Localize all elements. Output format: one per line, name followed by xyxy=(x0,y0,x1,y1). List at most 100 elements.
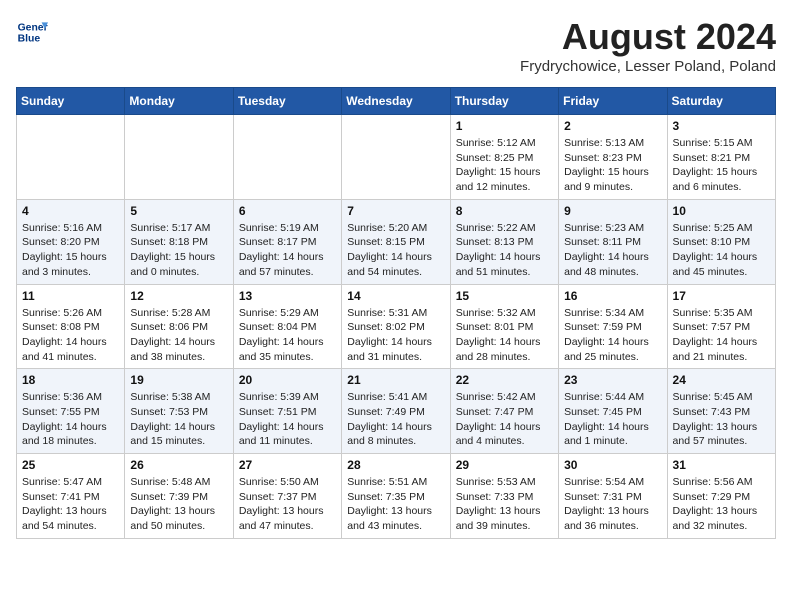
weekday-row: SundayMondayTuesdayWednesdayThursdayFrid… xyxy=(17,88,776,115)
day-number: 17 xyxy=(673,289,770,303)
calendar-cell: 31 Sunrise: 5:56 AMSunset: 7:29 PMDayligh… xyxy=(667,454,775,539)
calendar-cell: 24 Sunrise: 5:45 AMSunset: 7:43 PMDayligh… xyxy=(667,369,775,454)
title-block: August 2024 Frydrychowice, Lesser Poland… xyxy=(520,16,776,75)
day-number: 30 xyxy=(564,458,661,472)
day-number: 19 xyxy=(130,373,227,387)
calendar-cell xyxy=(17,115,125,200)
week-row-2: 4 Sunrise: 5:16 AMSunset: 8:20 PMDaylight… xyxy=(17,199,776,284)
day-info: Sunrise: 5:13 AMSunset: 8:23 PMDaylight:… xyxy=(564,136,661,195)
day-info: Sunrise: 5:51 AMSunset: 7:35 PMDaylight:… xyxy=(347,475,444,534)
calendar-cell: 2 Sunrise: 5:13 AMSunset: 8:23 PMDaylight… xyxy=(559,115,667,200)
calendar-cell: 10Sunrise: 5:25 AMSunset: 8:10 PMDayligh… xyxy=(667,199,775,284)
calendar-cell: 14 Sunrise: 5:31 AMSunset: 8:02 PMDayligh… xyxy=(342,284,450,369)
calendar-cell: 21 Sunrise: 5:41 AMSunset: 7:49 PMDayligh… xyxy=(342,369,450,454)
day-info: Sunrise: 5:15 AMSunset: 8:21 PMDaylight:… xyxy=(673,136,770,195)
calendar-cell: 16Sunrise: 5:34 AMSunset: 7:59 PMDayligh… xyxy=(559,284,667,369)
day-info: Sunrise: 5:22 AMSunset: 8:13 PMDaylight:… xyxy=(456,221,553,280)
day-info: Sunrise: 5:35 AMSunset: 7:57 PMDaylight:… xyxy=(673,306,770,365)
day-number: 3 xyxy=(673,119,770,133)
day-number: 27 xyxy=(239,458,336,472)
calendar-cell xyxy=(233,115,341,200)
week-row-1: 1Sunrise: 5:12 AMSunset: 8:25 PMDaylight… xyxy=(17,115,776,200)
calendar-cell: 9Sunrise: 5:23 AMSunset: 8:11 PMDaylight… xyxy=(559,199,667,284)
day-info: Sunrise: 5:41 AMSunset: 7:49 PMDaylight:… xyxy=(347,390,444,449)
week-row-3: 11 Sunrise: 5:26 AMSunset: 8:08 PMDayligh… xyxy=(17,284,776,369)
day-number: 11 xyxy=(22,289,119,303)
calendar-cell: 8 Sunrise: 5:22 AMSunset: 8:13 PMDaylight… xyxy=(450,199,558,284)
day-info: Sunrise: 5:28 AMSunset: 8:06 PMDaylight:… xyxy=(130,306,227,365)
calendar-cell: 29 Sunrise: 5:53 AMSunset: 7:33 PMDayligh… xyxy=(450,454,558,539)
day-number: 21 xyxy=(347,373,444,387)
day-info: Sunrise: 5:16 AMSunset: 8:20 PMDaylight:… xyxy=(22,221,119,280)
day-info: Sunrise: 5:36 AMSunset: 7:55 PMDaylight:… xyxy=(22,390,119,449)
day-number: 6 xyxy=(239,204,336,218)
day-info: Sunrise: 5:45 AMSunset: 7:43 PMDaylight:… xyxy=(673,390,770,449)
calendar-cell: 17 Sunrise: 5:35 AMSunset: 7:57 PMDayligh… xyxy=(667,284,775,369)
calendar-cell: 5 Sunrise: 5:17 AMSunset: 8:18 PMDaylight… xyxy=(125,199,233,284)
day-number: 29 xyxy=(456,458,553,472)
calendar-cell: 30Sunrise: 5:54 AMSunset: 7:31 PMDayligh… xyxy=(559,454,667,539)
weekday-header-saturday: Saturday xyxy=(667,88,775,115)
calendar-cell: 12 Sunrise: 5:28 AMSunset: 8:06 PMDayligh… xyxy=(125,284,233,369)
day-info: Sunrise: 5:29 AMSunset: 8:04 PMDaylight:… xyxy=(239,306,336,365)
day-info: Sunrise: 5:38 AMSunset: 7:53 PMDaylight:… xyxy=(130,390,227,449)
calendar-cell xyxy=(342,115,450,200)
day-info: Sunrise: 5:56 AMSunset: 7:29 PMDaylight:… xyxy=(673,475,770,534)
day-number: 20 xyxy=(239,373,336,387)
calendar-cell: 15Sunrise: 5:32 AMSunset: 8:01 PMDayligh… xyxy=(450,284,558,369)
day-info: Sunrise: 5:42 AMSunset: 7:47 PMDaylight:… xyxy=(456,390,553,449)
logo-icon: General Blue xyxy=(16,16,48,48)
calendar-cell: 23Sunrise: 5:44 AMSunset: 7:45 PMDayligh… xyxy=(559,369,667,454)
day-number: 16 xyxy=(564,289,661,303)
day-info: Sunrise: 5:25 AMSunset: 8:10 PMDaylight:… xyxy=(673,221,770,280)
calendar-cell: 26Sunrise: 5:48 AMSunset: 7:39 PMDayligh… xyxy=(125,454,233,539)
day-info: Sunrise: 5:50 AMSunset: 7:37 PMDaylight:… xyxy=(239,475,336,534)
day-number: 9 xyxy=(564,204,661,218)
day-number: 15 xyxy=(456,289,553,303)
calendar-cell: 27 Sunrise: 5:50 AMSunset: 7:37 PMDayligh… xyxy=(233,454,341,539)
calendar-cell: 22 Sunrise: 5:42 AMSunset: 7:47 PMDayligh… xyxy=(450,369,558,454)
day-number: 18 xyxy=(22,373,119,387)
calendar-cell: 20 Sunrise: 5:39 AMSunset: 7:51 PMDayligh… xyxy=(233,369,341,454)
calendar-cell: 11 Sunrise: 5:26 AMSunset: 8:08 PMDayligh… xyxy=(17,284,125,369)
day-number: 5 xyxy=(130,204,227,218)
day-number: 22 xyxy=(456,373,553,387)
weekday-header-tuesday: Tuesday xyxy=(233,88,341,115)
day-info: Sunrise: 5:26 AMSunset: 8:08 PMDaylight:… xyxy=(22,306,119,365)
day-info: Sunrise: 5:53 AMSunset: 7:33 PMDaylight:… xyxy=(456,475,553,534)
day-info: Sunrise: 5:31 AMSunset: 8:02 PMDaylight:… xyxy=(347,306,444,365)
day-info: Sunrise: 5:17 AMSunset: 8:18 PMDaylight:… xyxy=(130,221,227,280)
weekday-header-friday: Friday xyxy=(559,88,667,115)
day-number: 12 xyxy=(130,289,227,303)
location: Frydrychowice, Lesser Poland, Poland xyxy=(520,58,776,75)
day-number: 24 xyxy=(673,373,770,387)
calendar-table: SundayMondayTuesdayWednesdayThursdayFrid… xyxy=(16,87,776,539)
day-number: 25 xyxy=(22,458,119,472)
day-number: 28 xyxy=(347,458,444,472)
day-number: 2 xyxy=(564,119,661,133)
calendar-cell: 13Sunrise: 5:29 AMSunset: 8:04 PMDayligh… xyxy=(233,284,341,369)
page-header: General Blue August 2024 Frydrychowice, … xyxy=(16,16,776,75)
calendar-cell: 25 Sunrise: 5:47 AMSunset: 7:41 PMDayligh… xyxy=(17,454,125,539)
day-number: 7 xyxy=(347,204,444,218)
calendar-header: SundayMondayTuesdayWednesdayThursdayFrid… xyxy=(17,88,776,115)
day-info: Sunrise: 5:19 AMSunset: 8:17 PMDaylight:… xyxy=(239,221,336,280)
calendar-cell: 28 Sunrise: 5:51 AMSunset: 7:35 PMDayligh… xyxy=(342,454,450,539)
day-info: Sunrise: 5:20 AMSunset: 8:15 PMDaylight:… xyxy=(347,221,444,280)
weekday-header-monday: Monday xyxy=(125,88,233,115)
calendar-cell: 3 Sunrise: 5:15 AMSunset: 8:21 PMDaylight… xyxy=(667,115,775,200)
day-number: 8 xyxy=(456,204,553,218)
calendar-cell: 6 Sunrise: 5:19 AMSunset: 8:17 PMDaylight… xyxy=(233,199,341,284)
day-info: Sunrise: 5:47 AMSunset: 7:41 PMDaylight:… xyxy=(22,475,119,534)
calendar-cell: 7 Sunrise: 5:20 AMSunset: 8:15 PMDaylight… xyxy=(342,199,450,284)
day-info: Sunrise: 5:39 AMSunset: 7:51 PMDaylight:… xyxy=(239,390,336,449)
weekday-header-wednesday: Wednesday xyxy=(342,88,450,115)
calendar-cell xyxy=(125,115,233,200)
day-number: 4 xyxy=(22,204,119,218)
calendar-cell: 18 Sunrise: 5:36 AMSunset: 7:55 PMDayligh… xyxy=(17,369,125,454)
weekday-header-thursday: Thursday xyxy=(450,88,558,115)
day-number: 14 xyxy=(347,289,444,303)
day-number: 31 xyxy=(673,458,770,472)
calendar-cell: 1Sunrise: 5:12 AMSunset: 8:25 PMDaylight… xyxy=(450,115,558,200)
svg-text:Blue: Blue xyxy=(18,34,41,45)
